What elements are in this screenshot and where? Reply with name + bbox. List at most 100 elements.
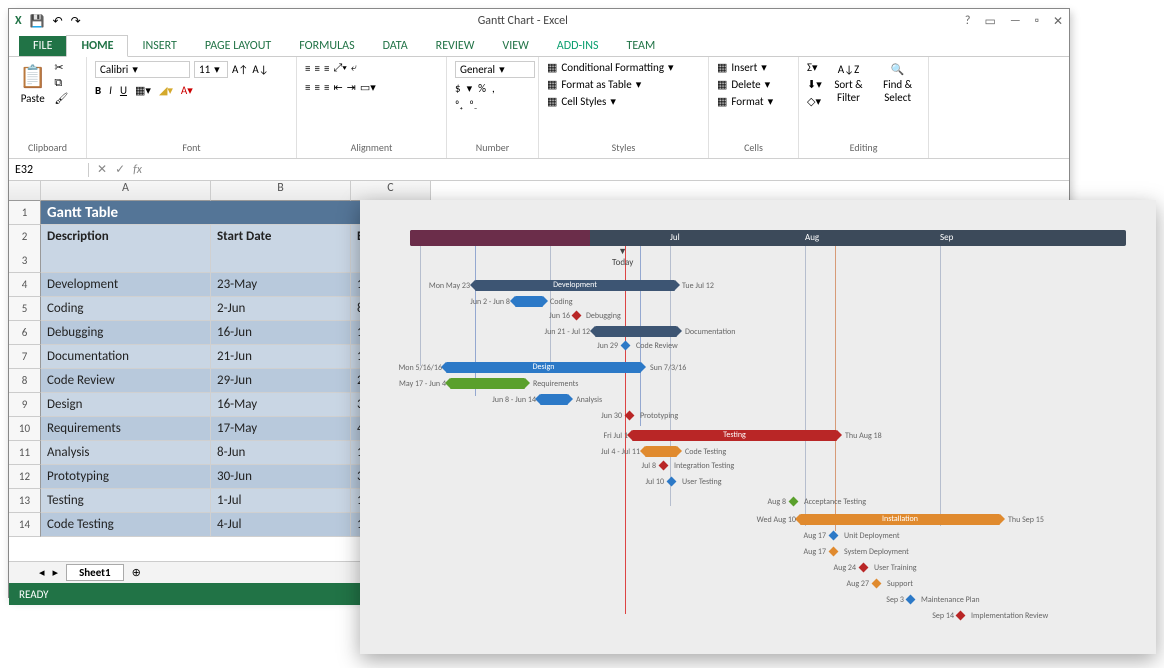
- cell-start-date[interactable]: 8-Jun: [211, 441, 351, 465]
- cell-start-date[interactable]: 17-May: [211, 417, 351, 441]
- cell-start-date[interactable]: 23-May: [211, 273, 351, 297]
- col-header-b[interactable]: B: [211, 181, 351, 201]
- merge-icon[interactable]: ▭▾: [360, 81, 376, 94]
- cell-styles-button[interactable]: ▦Cell Styles▾: [547, 95, 616, 108]
- milestone-system-deployment[interactable]: [829, 547, 839, 557]
- cell-description[interactable]: Design: [41, 393, 211, 417]
- tab-home[interactable]: HOME: [66, 35, 128, 57]
- row-header[interactable]: 4: [9, 273, 41, 297]
- orientation-icon[interactable]: ⤢▾: [333, 61, 346, 75]
- decrease-decimal-icon[interactable]: ⁰₋: [469, 99, 477, 112]
- sheet-nav-prev-icon[interactable]: ◂: [39, 566, 45, 579]
- row-header[interactable]: 12: [9, 465, 41, 489]
- align-right-icon[interactable]: ≡: [324, 81, 329, 94]
- col-header-a[interactable]: A: [41, 181, 211, 201]
- italic-button[interactable]: I: [109, 84, 112, 97]
- cell-description[interactable]: Testing: [41, 489, 211, 513]
- milestone-implementation-review[interactable]: [956, 611, 966, 621]
- cell-start-date[interactable]: 21-Jun: [211, 345, 351, 369]
- cell-start-date[interactable]: 29-Jun: [211, 369, 351, 393]
- cell-description[interactable]: Analysis: [41, 441, 211, 465]
- fx-icon[interactable]: fx: [133, 163, 142, 177]
- close-icon[interactable]: ✕: [1053, 14, 1063, 29]
- cell-description[interactable]: Coding: [41, 297, 211, 321]
- row-header[interactable]: 6: [9, 321, 41, 345]
- save-icon[interactable]: 💾: [30, 14, 45, 29]
- milestone-prototyping[interactable]: [625, 411, 635, 421]
- cell-start-date[interactable]: 2-Jun: [211, 297, 351, 321]
- redo-icon[interactable]: ↷: [71, 14, 81, 29]
- cell-description[interactable]: Debugging: [41, 321, 211, 345]
- cut-icon[interactable]: ✂: [54, 61, 68, 74]
- font-color-icon[interactable]: A▾: [181, 84, 193, 97]
- bar-documentation[interactable]: [595, 326, 677, 337]
- wrap-text-icon[interactable]: ⤶: [351, 61, 357, 75]
- sort-filter-button[interactable]: A↓Z Sort & Filter: [828, 61, 870, 106]
- tab-insert[interactable]: INSERT: [128, 36, 190, 56]
- align-top-icon[interactable]: ≡: [305, 62, 310, 75]
- indent-dec-icon[interactable]: ⇤: [333, 81, 342, 94]
- header-start-date[interactable]: Start Date: [211, 225, 351, 273]
- paste-button[interactable]: 📋 Paste: [17, 61, 48, 107]
- border-icon[interactable]: ▦▾: [135, 84, 151, 97]
- minimize-icon[interactable]: —: [1010, 14, 1021, 29]
- cell-description[interactable]: Prototyping: [41, 465, 211, 489]
- header-description[interactable]: Description: [41, 225, 211, 273]
- milestone-acceptance-testing[interactable]: [789, 497, 799, 507]
- col-header-c[interactable]: C: [351, 181, 431, 201]
- indent-inc-icon[interactable]: ⇥: [347, 81, 356, 94]
- enter-icon[interactable]: ✓: [115, 162, 125, 177]
- bar-requirements[interactable]: [450, 378, 525, 389]
- fill-color-icon[interactable]: ◢▾: [159, 84, 173, 97]
- row-header[interactable]: 7: [9, 345, 41, 369]
- comma-icon[interactable]: ,: [492, 82, 495, 95]
- cell-start-date[interactable]: 30-Jun: [211, 465, 351, 489]
- row-header[interactable]: 5: [9, 297, 41, 321]
- align-center-icon[interactable]: ≡: [314, 81, 319, 94]
- cell-description[interactable]: Development: [41, 273, 211, 297]
- milestone-code-review[interactable]: [621, 341, 631, 351]
- font-name-select[interactable]: Calibri▾: [95, 61, 190, 78]
- row-header[interactable]: 1: [9, 201, 41, 225]
- font-size-select[interactable]: 11▾: [194, 61, 228, 78]
- tab-page-layout[interactable]: PAGE LAYOUT: [191, 36, 285, 56]
- format-cells-button[interactable]: ▦Format▾: [717, 95, 773, 108]
- row-header[interactable]: 14: [9, 513, 41, 537]
- bold-button[interactable]: B: [95, 84, 101, 97]
- cell-start-date[interactable]: 16-Jun: [211, 321, 351, 345]
- cell-description[interactable]: Documentation: [41, 345, 211, 369]
- cell-description[interactable]: Code Review: [41, 369, 211, 393]
- cell-description[interactable]: Code Testing: [41, 513, 211, 537]
- align-bottom-icon[interactable]: ≡: [324, 62, 329, 75]
- tab-view[interactable]: VIEW: [488, 36, 542, 56]
- underline-button[interactable]: U: [120, 84, 127, 97]
- format-painter-icon[interactable]: 🖌: [54, 92, 68, 105]
- percent-icon[interactable]: %: [478, 82, 486, 95]
- milestone-support[interactable]: [872, 579, 882, 589]
- bar-coding[interactable]: [515, 296, 543, 307]
- bar-analysis[interactable]: [540, 394, 568, 405]
- formula-input[interactable]: [150, 161, 1061, 178]
- milestone-user-testing[interactable]: [667, 477, 677, 487]
- milestone-integration-testing[interactable]: [659, 461, 669, 471]
- number-format-select[interactable]: General▾: [455, 61, 535, 78]
- milestone-maintenance-plan[interactable]: [906, 595, 916, 605]
- row-header[interactable]: 13: [9, 489, 41, 513]
- delete-cells-button[interactable]: ▦Delete▾: [717, 78, 770, 91]
- name-box[interactable]: E32: [9, 163, 89, 177]
- milestone-unit-deployment[interactable]: [829, 531, 839, 541]
- grow-font-icon[interactable]: A↑: [232, 63, 248, 76]
- milestone-debugging[interactable]: [572, 311, 582, 321]
- tab-data[interactable]: DATA: [369, 36, 422, 56]
- find-select-button[interactable]: 🔍 Find & Select: [875, 61, 920, 106]
- clear-icon[interactable]: ◇▾: [807, 95, 822, 108]
- shrink-font-icon[interactable]: A↓: [252, 63, 268, 76]
- tab-team[interactable]: TEAM: [612, 36, 669, 56]
- new-sheet-icon[interactable]: ⊕: [132, 566, 141, 579]
- conditional-formatting-button[interactable]: ▦Conditional Formatting▾: [547, 61, 674, 74]
- autosum-icon[interactable]: Σ▾: [807, 61, 822, 74]
- fill-icon[interactable]: ⬇▾: [807, 78, 822, 91]
- cell-start-date[interactable]: 4-Jul: [211, 513, 351, 537]
- undo-icon[interactable]: ↶: [53, 14, 63, 29]
- sheet-nav-next-icon[interactable]: ▸: [53, 566, 59, 579]
